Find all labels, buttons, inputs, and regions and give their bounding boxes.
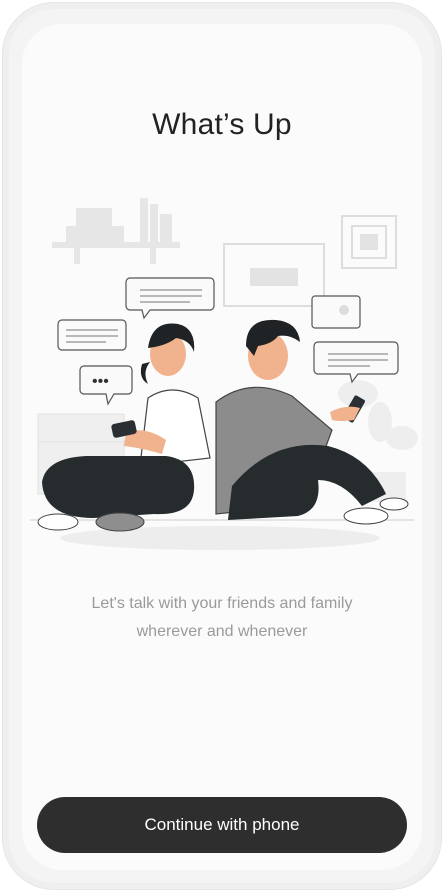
- typing-indicator: •••: [92, 373, 109, 390]
- couple-chatting-illustration: •••: [30, 198, 418, 550]
- typing-bubble: •••: [79, 365, 133, 406]
- chat-bubble-1: [125, 277, 215, 320]
- continue-with-phone-button[interactable]: Continue with phone: [37, 797, 407, 853]
- chat-bubble-4: [313, 341, 399, 384]
- shelf-icon: [52, 198, 180, 264]
- subtitle: Let's talk with your friends and family …: [40, 590, 404, 646]
- chat-bubble-2: [57, 319, 127, 351]
- subtitle-line-2: wherever and whenever: [136, 623, 308, 640]
- subtitle-line-1: Let's talk with your friends and family: [91, 595, 353, 612]
- app-title: What’s Up: [152, 108, 292, 141]
- wall-frames: [223, 215, 397, 307]
- chat-bubble-3: [311, 295, 361, 329]
